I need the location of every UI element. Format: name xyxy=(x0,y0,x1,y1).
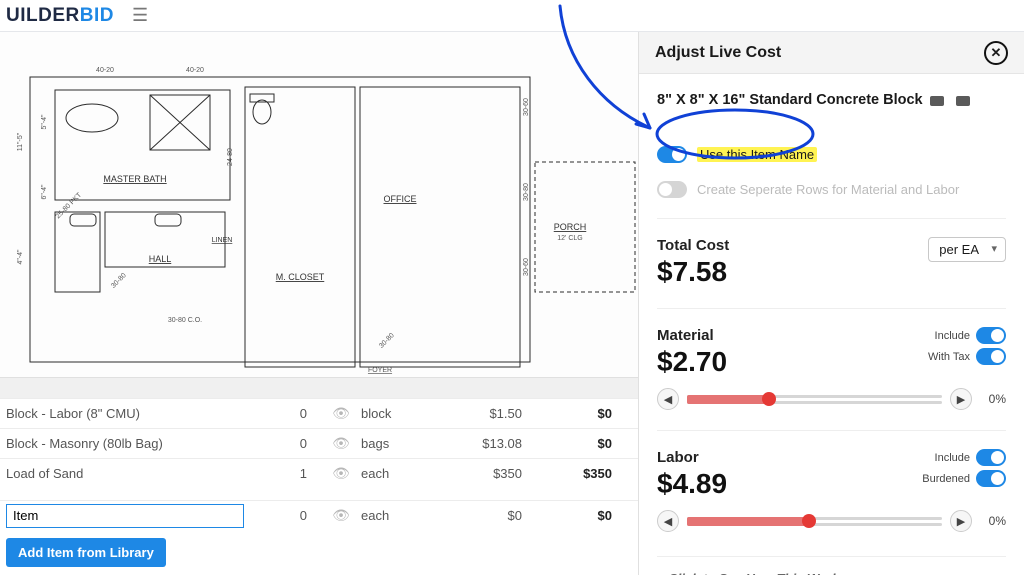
material-pct: 0% xyxy=(980,392,1006,406)
labor-pct: 0% xyxy=(980,514,1006,528)
item-name-input[interactable] xyxy=(6,504,244,528)
label-porch-note: 12' CLG xyxy=(557,235,582,242)
cost-table-header xyxy=(0,377,638,398)
labor-label: Labor xyxy=(657,449,727,466)
visibility-icon[interactable]: 👁 xyxy=(321,465,361,482)
toggle-switch[interactable] xyxy=(976,470,1006,487)
labor-include-toggle[interactable]: Include xyxy=(935,449,1006,466)
row-amt: $0 xyxy=(536,406,626,421)
brand-pre: UILDER xyxy=(6,5,80,26)
material-include-toggle[interactable]: Include xyxy=(935,327,1006,344)
decrease-icon[interactable]: ◀ xyxy=(657,510,679,532)
floorplan-svg: MASTER BATH HALL LINEN OFFICE M. CLOSET … xyxy=(0,32,638,377)
cost-row[interactable]: Block - Labor (8" CMU) 0 👁 block $1.50 $… xyxy=(0,398,638,428)
toggle-switch[interactable] xyxy=(976,449,1006,466)
floorplan-viewport[interactable]: MASTER BATH HALL LINEN OFFICE M. CLOSET … xyxy=(0,32,638,377)
svg-text:24-80: 24-80 xyxy=(227,148,234,166)
cost-table: Block - Labor (8" CMU) 0 👁 block $1.50 $… xyxy=(0,398,638,575)
svg-text:5"-4": 5"-4" xyxy=(41,114,48,130)
toggle-label: Use this Item Name xyxy=(697,147,817,162)
row-qty: 0 xyxy=(261,406,321,421)
toggle-split-rows[interactable]: Create Seperate Rows for Material and La… xyxy=(657,181,1006,198)
material-withtax-toggle[interactable]: With Tax xyxy=(928,348,1006,365)
total-cost-value: $7.58 xyxy=(657,256,729,288)
decrease-icon[interactable]: ◀ xyxy=(657,388,679,410)
unit-select[interactable]: per EA xyxy=(928,237,1006,262)
total-cost-label: Total Cost xyxy=(657,237,729,254)
labor-value: $4.89 xyxy=(657,468,727,500)
svg-text:6"-4": 6"-4" xyxy=(41,184,48,200)
svg-text:40-20: 40-20 xyxy=(186,67,204,74)
label-hall: HALL xyxy=(149,254,172,264)
item-name: 8" X 8" X 16" Standard Concrete Block xyxy=(657,92,940,108)
svg-text:30-60: 30-60 xyxy=(523,98,530,116)
toggle-switch[interactable] xyxy=(976,348,1006,365)
close-icon[interactable]: ✕ xyxy=(984,41,1008,65)
panel-header: Adjust Live Cost ✕ xyxy=(639,32,1024,74)
total-cost-block: Total Cost $7.58 per EA xyxy=(657,218,1006,288)
row-unit: block xyxy=(361,406,446,421)
toggle-label: Create Seperate Rows for Material and La… xyxy=(697,182,959,197)
brand-logo: UILDERBID xyxy=(6,5,114,27)
cost-row-new: 0 👁 each $0 $0 xyxy=(0,500,638,530)
visibility-icon[interactable]: 👁 xyxy=(321,507,361,524)
label-master-bath: MASTER BATH xyxy=(103,174,166,184)
increase-icon[interactable]: ▶ xyxy=(950,510,972,532)
toggle-switch[interactable] xyxy=(657,146,687,163)
adjust-live-cost-panel: Adjust Live Cost ✕ 8" X 8" X 16" Standar… xyxy=(638,32,1024,575)
cost-row[interactable]: Load of Sand 1 👁 each $350 $350 xyxy=(0,458,638,488)
label-office: OFFICE xyxy=(384,194,417,204)
material-slider[interactable]: ◀ ▶ 0% xyxy=(657,388,1006,410)
material-label: Material xyxy=(657,327,727,344)
add-item-from-library-button[interactable]: Add Item from Library xyxy=(6,538,166,567)
toggle-switch[interactable] xyxy=(976,327,1006,344)
top-bar: UILDERBID ☰ xyxy=(0,0,1024,32)
brand-bid: BID xyxy=(80,5,114,26)
svg-text:FOYER: FOYER xyxy=(368,367,392,374)
row-name: Block - Masonry (80lb Bag) xyxy=(6,436,261,451)
svg-text:4"-4": 4"-4" xyxy=(17,249,24,265)
svg-text:30-80: 30-80 xyxy=(523,183,530,201)
cost-row[interactable]: Block - Masonry (80lb Bag) 0 👁 bags $13.… xyxy=(0,428,638,458)
toggle-switch[interactable] xyxy=(657,181,687,198)
explainer-link[interactable]: + Click to See How This Works: xyxy=(657,556,1006,575)
panel-title: Adjust Live Cost xyxy=(655,44,781,62)
material-value: $2.70 xyxy=(657,346,727,378)
svg-text:30-80 C.O.: 30-80 C.O. xyxy=(168,317,202,324)
hamburger-menu-icon[interactable]: ☰ xyxy=(132,5,148,26)
left-column: MASTER BATH HALL LINEN OFFICE M. CLOSET … xyxy=(0,32,638,575)
material-cost-block: Material $2.70 Include With Tax xyxy=(657,308,1006,378)
row-name: Block - Labor (8" CMU) xyxy=(6,406,261,421)
concrete-block-icon xyxy=(950,92,1006,128)
svg-text:40-20: 40-20 xyxy=(96,67,114,74)
svg-text:11"-5": 11"-5" xyxy=(17,132,24,151)
svg-text:25-80 PKT: 25-80 PKT xyxy=(55,191,84,220)
visibility-icon[interactable]: 👁 xyxy=(321,405,361,422)
row-name: Load of Sand xyxy=(6,466,261,481)
labor-cost-block: Labor $4.89 Include Burdened xyxy=(657,430,1006,500)
label-mcloset: M. CLOSET xyxy=(276,272,325,282)
visibility-icon[interactable]: 👁 xyxy=(321,435,361,452)
toggle-use-item-name[interactable]: Use this Item Name xyxy=(657,146,1006,163)
labor-slider[interactable]: ◀ ▶ 0% xyxy=(657,510,1006,532)
svg-text:30-80: 30-80 xyxy=(110,272,128,290)
increase-icon[interactable]: ▶ xyxy=(950,388,972,410)
label-porch: PORCH xyxy=(554,222,587,232)
svg-text:30-80: 30-80 xyxy=(378,332,396,350)
label-linen: LINEN xyxy=(212,237,233,244)
labor-burdened-toggle[interactable]: Burdened xyxy=(922,470,1006,487)
svg-text:30-60: 30-60 xyxy=(523,258,530,276)
row-rate: $1.50 xyxy=(446,406,536,421)
